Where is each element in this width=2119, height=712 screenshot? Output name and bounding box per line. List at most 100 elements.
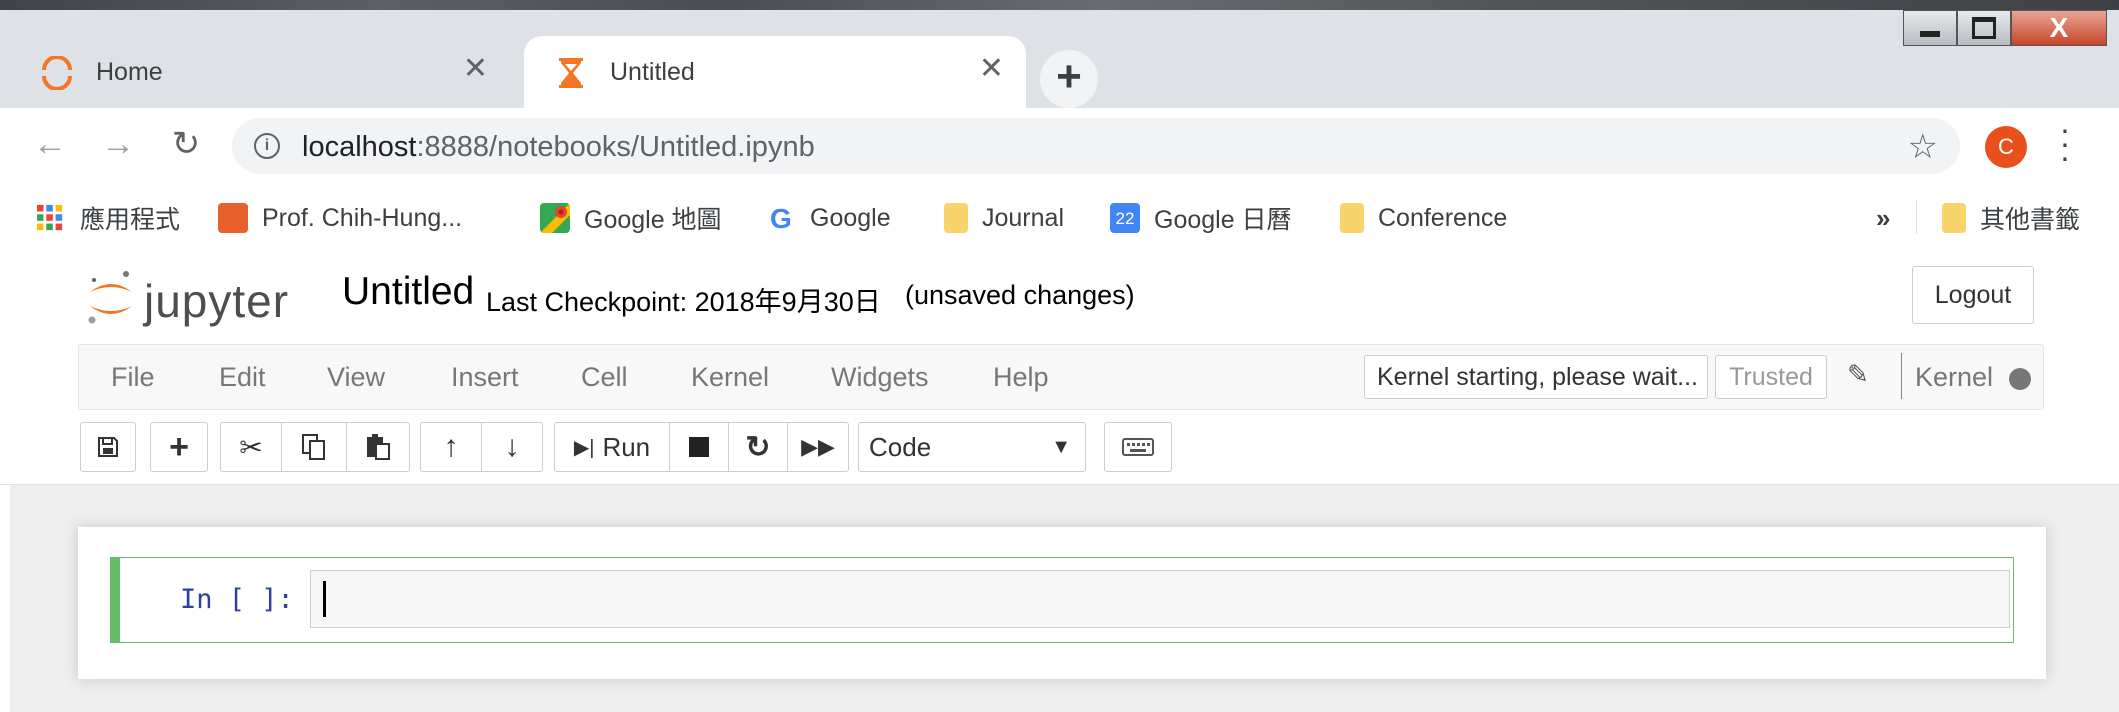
edit-mode-pencil-icon: ✎ [1847, 359, 1869, 389]
bookmark-label: Google 地圖 [584, 206, 722, 234]
forward-arrow-icon[interactable]: → [96, 122, 140, 166]
jupyter-wordmark: jupyter [144, 275, 290, 327]
copy-cell-button[interactable] [281, 422, 347, 472]
jupyter-header: jupyter Untitled Last Checkpoint: 2018年9… [0, 252, 2119, 342]
hourglass-icon [559, 58, 583, 88]
last-checkpoint: Last Checkpoint: 2018年9月30日 [486, 287, 881, 317]
bookmark-label: Conference [1378, 203, 1508, 232]
close-tab-icon[interactable]: ✕ [463, 52, 488, 86]
menu-file[interactable]: File [111, 362, 155, 393]
jupyter-logo-icon [88, 271, 132, 324]
menu-edit[interactable]: Edit [219, 362, 266, 393]
floppy-disk-icon [98, 437, 118, 457]
kernel-status-indicator: Kernel starting, please wait... [1364, 355, 1708, 399]
arrow-down-icon: ↓ [504, 430, 520, 463]
notebook-toolbar: + ✂ ↑ ↓ ▶| Run ↻ ▶▶ Code ▼ [0, 412, 2119, 485]
profile-avatar[interactable]: C [1985, 126, 2027, 168]
bookmark-label: 應用程式 [80, 206, 181, 234]
paste-icon [367, 434, 390, 460]
bookmark-google-maps[interactable]: Google 地圖 [540, 200, 722, 236]
move-cell-up-button[interactable]: ↑ [420, 422, 482, 472]
bookmark-other[interactable]: 其他書籤 [1942, 200, 2080, 236]
bookmark-google[interactable]: G Google [770, 200, 891, 236]
scissors-icon: ✂ [239, 431, 263, 463]
url-host: localhost [302, 131, 417, 163]
restart-icon: ↻ [745, 430, 771, 464]
menu-kernel[interactable]: Kernel [691, 362, 769, 393]
info-icon[interactable]: i [254, 133, 280, 159]
notebook-name[interactable]: Untitled [342, 270, 474, 314]
bookmark-star-icon[interactable]: ☆ [1908, 127, 1938, 167]
menu-widgets[interactable]: Widgets [831, 362, 929, 393]
kernel-name: Kernel [1915, 362, 1994, 392]
maximize-button[interactable] [1957, 10, 2011, 46]
bookmark-label: Prof. Chih-Hung... [262, 203, 463, 232]
save-button[interactable] [80, 422, 136, 472]
notebook-container: In [ ]: [78, 527, 2046, 679]
cell-type-value: Code [869, 432, 932, 462]
bookmark-conference[interactable]: Conference [1340, 200, 1507, 236]
address-bar[interactable]: i localhost:8888/notebooks/Untitled.ipyn… [232, 118, 1960, 174]
bookmark-journal[interactable]: Journal [944, 200, 1064, 236]
input-prompt: In [ ]: [180, 584, 294, 615]
url-text[interactable]: localhost:8888/notebooks/Untitled.ipynb [302, 131, 815, 164]
keyboard-icon [1122, 438, 1154, 456]
tab-untitled[interactable]: Untitled ✕ [524, 36, 1026, 108]
code-cell[interactable]: In [ ]: [110, 557, 2014, 643]
bookmark-apps[interactable]: 應用程式 [36, 200, 180, 236]
folder-icon [1340, 203, 1364, 233]
tab-title: Home [96, 58, 163, 86]
close-tab-icon[interactable]: ✕ [979, 52, 1004, 86]
logout-button[interactable]: Logout [1912, 266, 2034, 324]
step-forward-icon: ▶| [573, 436, 595, 459]
folder-icon [1942, 203, 1966, 233]
apps-grid-icon [36, 204, 63, 231]
jupyter-spinner-icon [42, 56, 72, 90]
trusted-notebook-badge[interactable]: Trusted [1715, 355, 1827, 399]
bookmark-google-calendar[interactable]: 22 Google 日曆 [1110, 200, 1292, 236]
menu-cell[interactable]: Cell [581, 362, 628, 393]
restart-run-all-button[interactable]: ▶▶ [787, 422, 849, 472]
kernel-divider [1901, 353, 1902, 399]
bookmark-prof[interactable]: Prof. Chih-Hung... [218, 200, 462, 236]
menu-help[interactable]: Help [993, 362, 1049, 393]
tab-home[interactable]: Home ✕ [10, 36, 510, 108]
cell-type-select[interactable]: Code ▼ [858, 422, 1086, 472]
text-cursor [323, 581, 326, 617]
unsaved-changes: (unsaved changes) [905, 280, 1135, 310]
minimize-icon [1920, 31, 1940, 37]
run-button[interactable]: ▶| Run [554, 422, 670, 472]
window-controls: X [1903, 10, 2107, 50]
google-calendar-icon: 22 [1110, 203, 1140, 233]
reload-icon[interactable]: ↻ [164, 122, 208, 166]
new-tab-button[interactable]: + [1040, 50, 1098, 108]
insert-cell-button[interactable]: + [150, 422, 208, 472]
minimize-button[interactable] [1903, 10, 1957, 46]
move-cell-down-button[interactable]: ↓ [481, 422, 543, 472]
folder-icon [944, 203, 968, 233]
menu-view[interactable]: View [327, 362, 385, 393]
copy-icon [302, 434, 325, 460]
interrupt-kernel-button[interactable] [669, 422, 729, 472]
menu-insert[interactable]: Insert [451, 362, 519, 393]
orange-page-icon [218, 203, 248, 233]
browser-tab-strip: Home ✕ Untitled ✕ + X [0, 0, 2119, 108]
dropdown-caret-icon: ▼ [1051, 436, 1071, 458]
browser-toolbar: ← → ↻ i localhost:8888/notebooks/Untitle… [0, 108, 2119, 184]
restart-kernel-button[interactable]: ↻ [728, 422, 788, 472]
plus-icon: + [169, 427, 189, 466]
command-palette-button[interactable] [1104, 422, 1172, 472]
bookmarks-overflow-chevron-icon[interactable]: » [1876, 200, 1890, 236]
cut-cell-button[interactable]: ✂ [220, 422, 282, 472]
close-window-button[interactable]: X [2011, 10, 2107, 46]
paste-cell-button[interactable] [346, 422, 410, 472]
notebook-menubar: File Edit View Insert Cell Kernel Widget… [78, 344, 2044, 410]
back-arrow-icon[interactable]: ← [28, 122, 72, 166]
jupyter-logo[interactable]: jupyter [86, 268, 316, 328]
bookmark-label: 其他書籤 [1980, 206, 2081, 234]
bookmarks-divider [1916, 200, 1917, 234]
menu-dots-icon[interactable]: · · · [2058, 113, 2072, 173]
code-input-area[interactable] [310, 570, 2010, 628]
maximize-icon [1972, 17, 1996, 39]
arrow-up-icon: ↑ [443, 430, 459, 463]
